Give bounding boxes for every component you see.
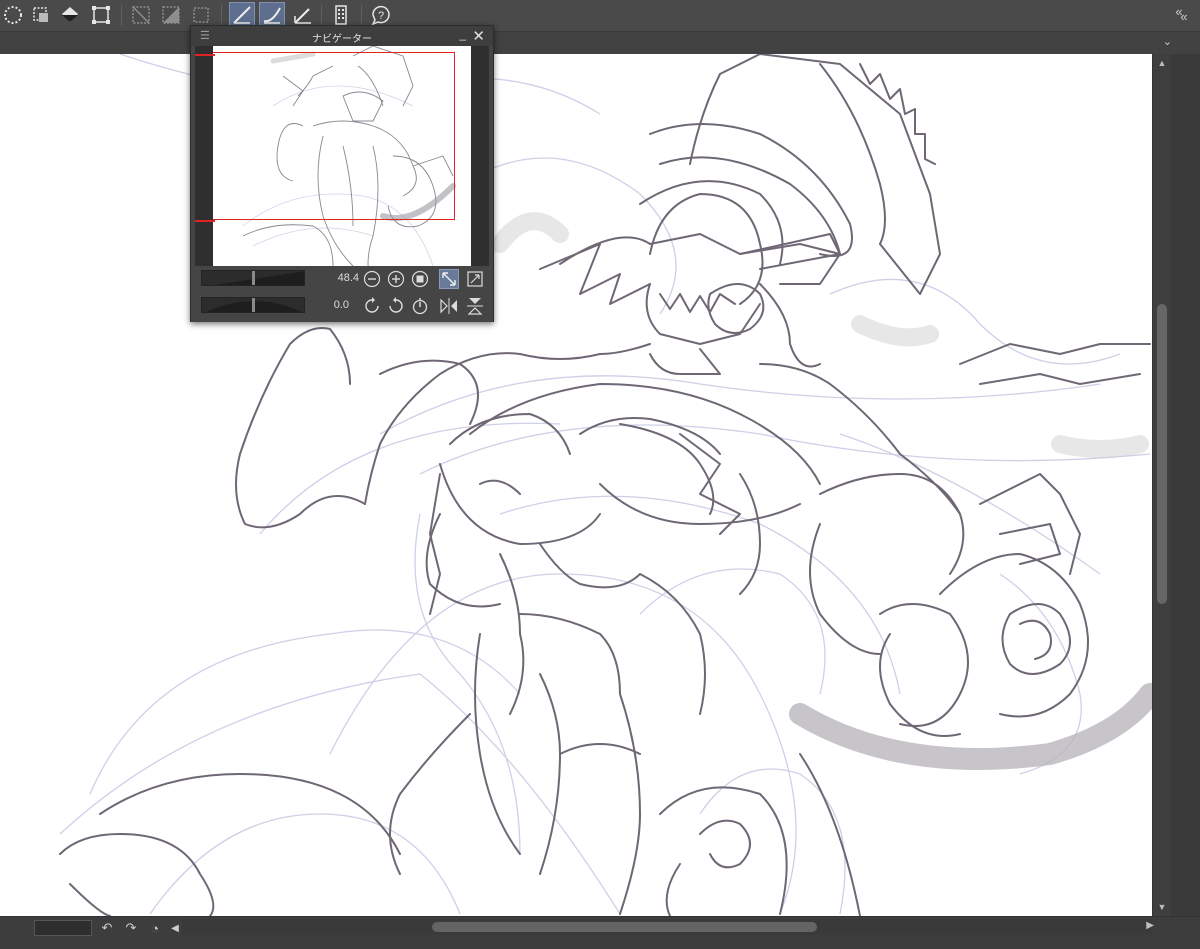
flip-vertical-icon [467, 298, 483, 315]
fill-selection-icon [162, 6, 180, 24]
flip-horizontal-button[interactable] [439, 296, 459, 316]
vector-icon [294, 8, 311, 24]
status-bar: ↶ ↷ ◔ ◀ ▶ [0, 916, 1200, 949]
visible-area-frame-edge [195, 220, 215, 222]
fill-screen-icon [467, 271, 483, 287]
rotate-reset-icon [412, 298, 428, 315]
zoom-in-icon [387, 270, 405, 288]
collapse-right-icon[interactable]: « [1168, 0, 1200, 32]
zoom-out-button[interactable] [362, 269, 382, 289]
flip-horizontal-icon [440, 298, 457, 314]
close-icon[interactable]: ✕ [472, 27, 485, 45]
deselect-icon [193, 7, 209, 23]
minimize-icon[interactable]: _ [459, 27, 466, 41]
chevron-down-icon[interactable]: ⌄ [1163, 35, 1172, 48]
select-all-icon [4, 6, 22, 24]
select-layer-icon [33, 7, 48, 22]
pen-pressure-icon [233, 6, 251, 24]
vertical-scroll-thumb[interactable] [1157, 304, 1167, 604]
navigator-title: ナビゲーター [312, 34, 372, 45]
select-layer-button[interactable] [28, 2, 54, 28]
fill-screen-button[interactable] [465, 269, 485, 289]
navigator-preview[interactable] [195, 46, 489, 288]
pages-icon [335, 5, 347, 25]
tab-strip: ⌄ [0, 32, 1200, 54]
rotate-right-icon [389, 297, 403, 313]
horizontal-scrollbar[interactable]: ▶ [182, 919, 1154, 935]
toolbar-divider [121, 4, 122, 26]
scroll-down-icon[interactable]: ▼ [1155, 900, 1169, 914]
rotate-left-status-icon[interactable]: ↶ [98, 919, 116, 937]
visible-area-frame-edge [195, 54, 215, 56]
rotate-right-status-icon[interactable]: ↷ [122, 919, 140, 937]
fill-icon [62, 7, 78, 22]
navigator-title-bar[interactable]: ☰ ナビゲーター _ ✕ [191, 26, 493, 46]
toolbar-divider [361, 4, 362, 26]
select-all-button[interactable] [0, 2, 26, 28]
rotate-reset-status-icon[interactable]: ◔ [146, 919, 164, 937]
zoom-field[interactable] [34, 920, 92, 936]
toolbar-divider [321, 4, 322, 26]
rotate-right-button[interactable] [386, 296, 406, 316]
brush-stabilize-icon [263, 7, 281, 24]
drawing-canvas[interactable] [0, 54, 1152, 916]
svg-text:?: ? [378, 10, 384, 22]
transform-icon [92, 6, 110, 24]
zoom-slider[interactable] [201, 270, 305, 286]
navigator-panel: ☰ ナビゲーター _ ✕ 48.4 0.0 [190, 25, 494, 322]
transform-button[interactable] [88, 2, 114, 28]
navigator-controls: 48.4 0.0 [191, 266, 493, 322]
rotation-slider[interactable] [201, 297, 305, 313]
scroll-right-icon[interactable]: ▶ [1146, 920, 1154, 931]
rotate-left-icon [365, 297, 379, 313]
zoom-reset-button[interactable] [410, 269, 430, 289]
rotation-value: 0.0 [333, 299, 349, 311]
navigator-thumbnail [213, 46, 471, 288]
rotate-left-button[interactable] [362, 296, 382, 316]
zoom-out-icon [363, 270, 381, 288]
clear-outside-button[interactable] [128, 2, 154, 28]
help-icon: ? [371, 5, 390, 26]
rotate-reset-button[interactable] [410, 296, 430, 316]
fill-button[interactable] [58, 2, 84, 28]
zoom-value: 48.4 [337, 272, 359, 284]
visible-area-frame[interactable] [213, 52, 455, 220]
sketch-artwork [59, 54, 1152, 916]
zoom-reset-icon [411, 270, 429, 288]
scroll-up-icon[interactable]: ▲ [1155, 56, 1169, 70]
zoom-slider-knob[interactable] [252, 271, 255, 285]
rotation-slider-knob[interactable] [252, 298, 255, 312]
fit-to-window-icon [442, 272, 456, 286]
horizontal-scroll-thumb[interactable] [432, 922, 817, 932]
zoom-in-button[interactable] [386, 269, 406, 289]
vertical-scrollbar[interactable]: ▲ ▼ [1152, 54, 1170, 916]
flip-vertical-button[interactable] [465, 296, 485, 316]
clear-outside-icon [132, 6, 150, 24]
side-panel-strip [1170, 54, 1200, 949]
fit-to-window-button[interactable] [439, 269, 459, 289]
command-bar: ? « « [0, 0, 1200, 32]
toolbar-divider [221, 4, 222, 26]
clip-studio-window: ? « « ⌄ ▲ ▼ ↶ ↷ ◔ ◀ ▶ ☰ ナビゲーター _ ✕ 48.4 … [0, 0, 1200, 949]
fill-selection-button[interactable] [158, 2, 184, 28]
